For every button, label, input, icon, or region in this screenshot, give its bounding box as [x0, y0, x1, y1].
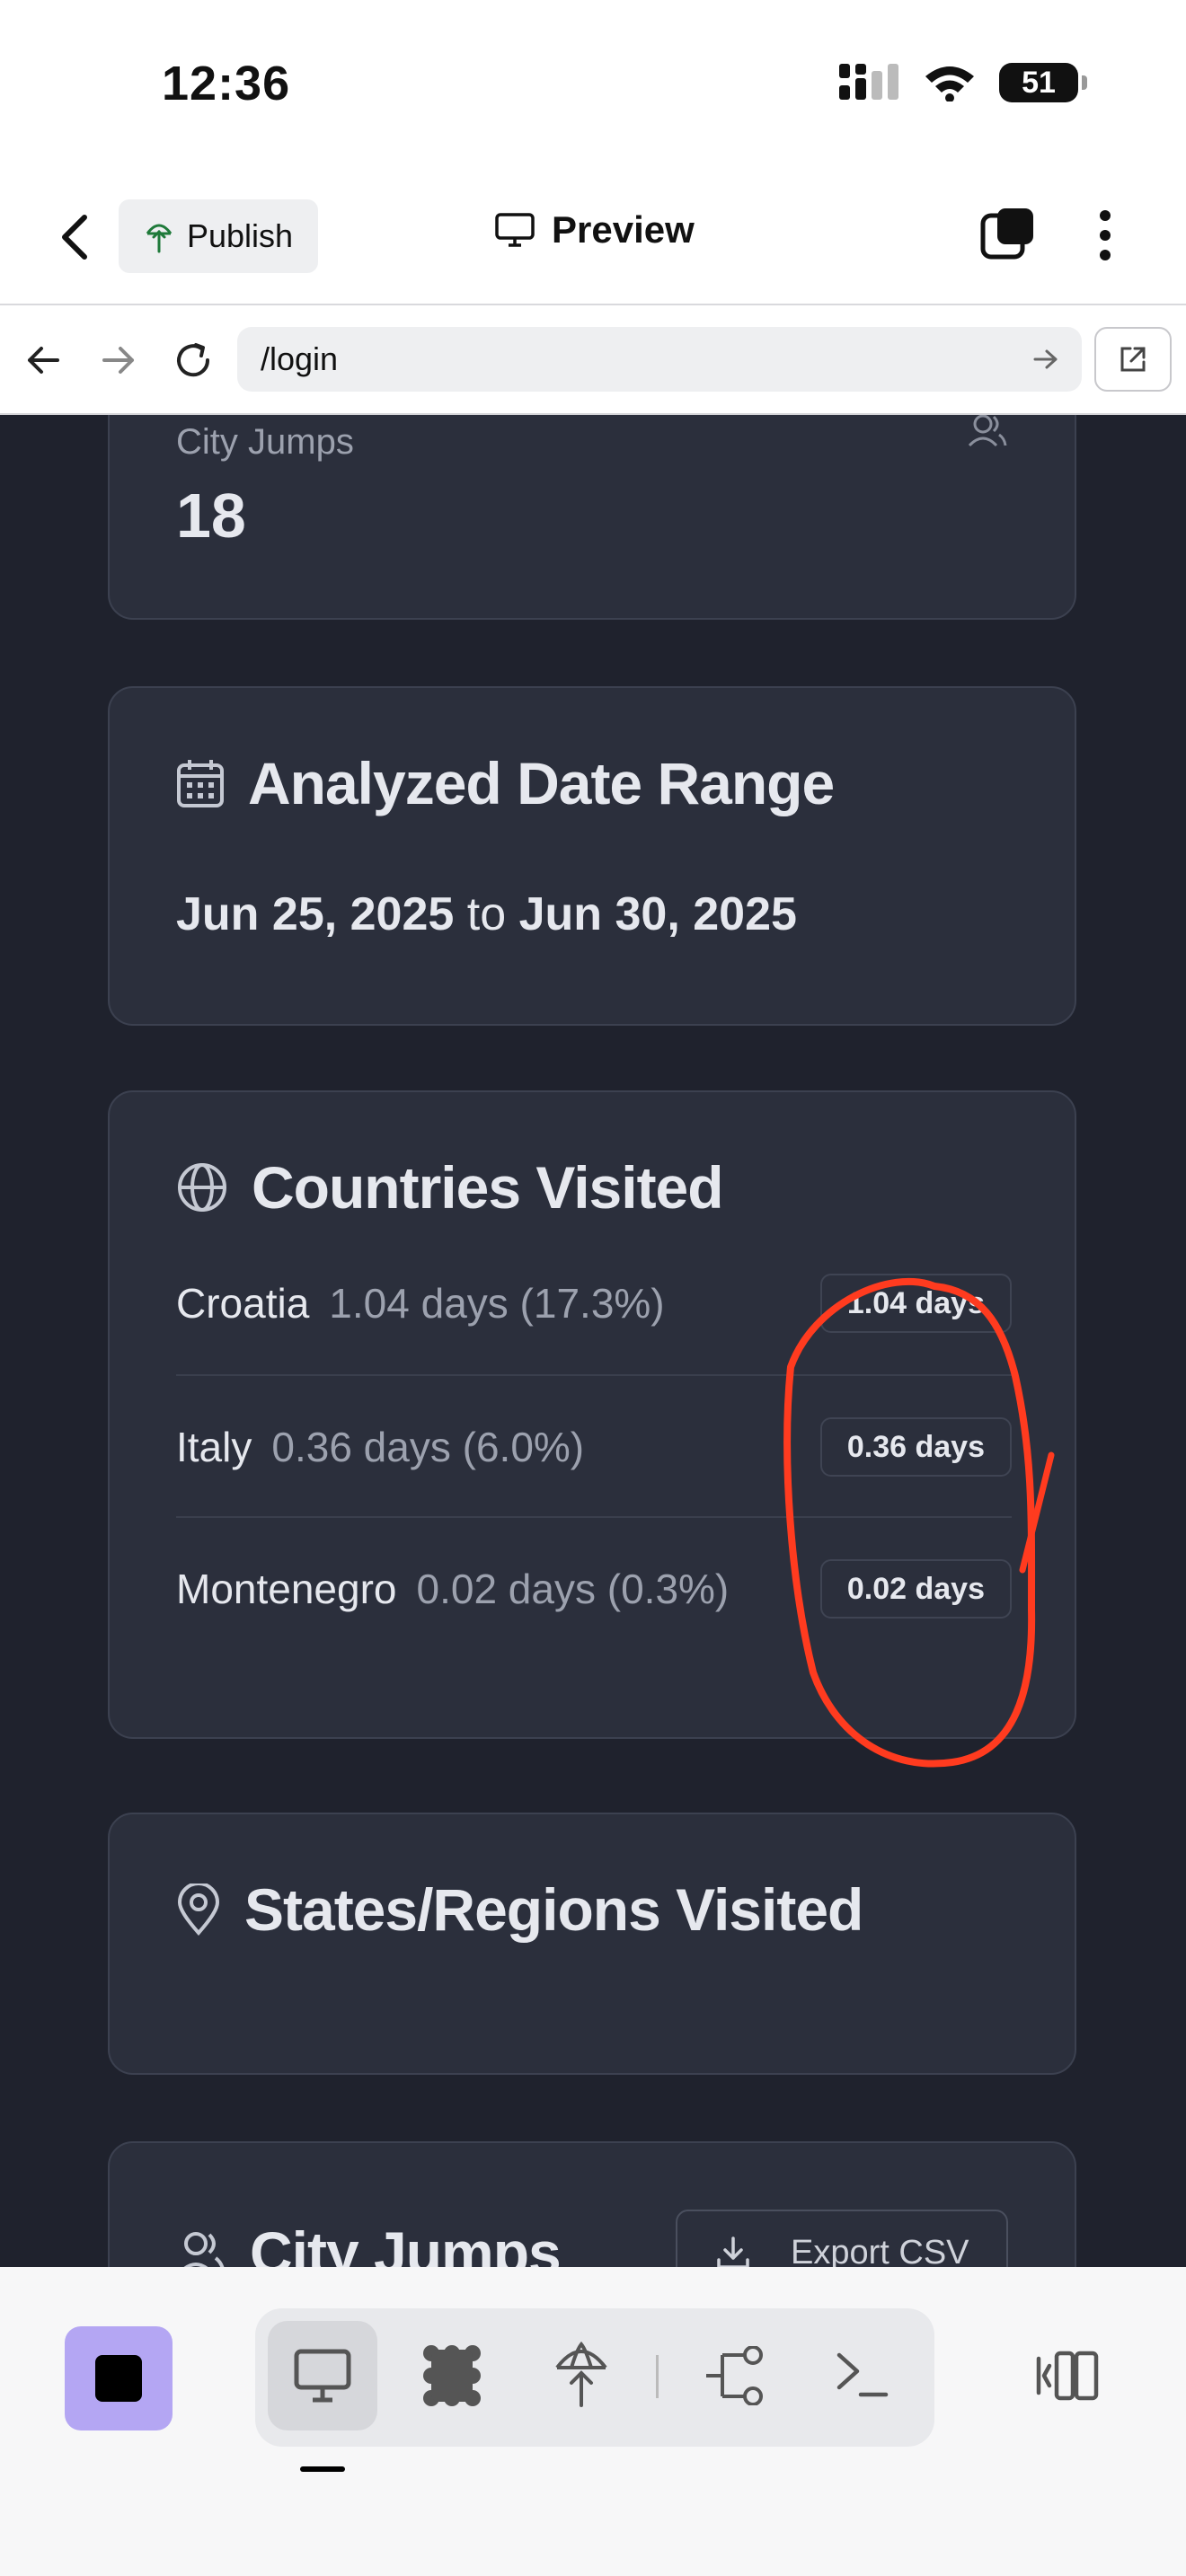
status-icons: 51: [839, 63, 1087, 102]
external-link-icon: [1120, 347, 1146, 372]
preview-label: Preview: [552, 208, 695, 251]
battery-indicator: 51: [999, 63, 1087, 102]
deploy-icon[interactable]: [552, 2341, 611, 2409]
back-chevron-icon[interactable]: [58, 212, 93, 262]
url-input[interactable]: /login: [237, 327, 1082, 392]
tabs-switcher-icon[interactable]: [979, 205, 1037, 262]
status-time: 12:36: [162, 57, 291, 110]
monitor-icon: [495, 213, 535, 247]
monitor-icon[interactable]: [293, 2348, 352, 2404]
go-arrow-icon[interactable]: [1033, 348, 1058, 370]
branch-icon[interactable]: [704, 2346, 767, 2405]
publish-label: Publish: [186, 217, 294, 254]
deploy-icon: [146, 224, 173, 253]
cellular-signal-icon: [839, 64, 898, 100]
grid-dots-icon[interactable]: [419, 2342, 485, 2409]
terminal-icon[interactable]: [836, 2348, 890, 2402]
reload-icon[interactable]: [173, 340, 214, 381]
tools-separator: [656, 2355, 659, 2398]
publish-button[interactable]: Publish: [119, 199, 318, 273]
url-text: /login: [261, 340, 339, 377]
preview-tab[interactable]: Preview: [494, 208, 695, 251]
nav-forward-icon[interactable]: [101, 345, 137, 375]
nav-back-icon[interactable]: [25, 345, 61, 375]
active-tool-indicator: [300, 2466, 345, 2472]
annotation-circle: [783, 1277, 1055, 1768]
open-external-button[interactable]: [1094, 327, 1172, 392]
app-square-icon: [95, 2355, 142, 2402]
more-options-icon[interactable]: [1096, 208, 1114, 262]
panel-toggle-icon[interactable]: [1035, 2348, 1100, 2404]
app-content: City Jumps 18 Analyzed Date Range Jun 25…: [0, 415, 1186, 2267]
wifi-icon: [925, 66, 974, 101]
